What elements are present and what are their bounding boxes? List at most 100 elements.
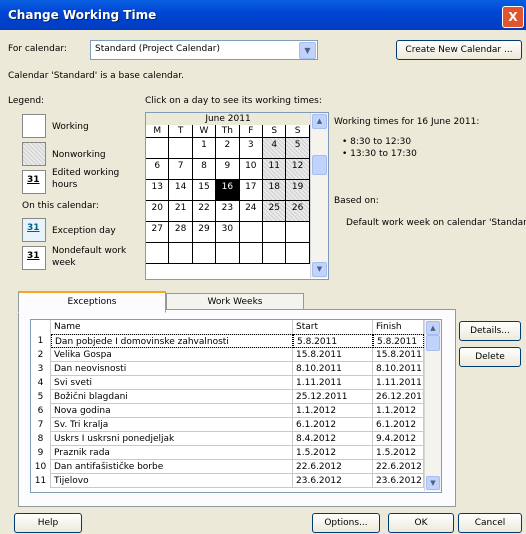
calendar-day[interactable] xyxy=(146,138,170,159)
delete-button[interactable]: Delete xyxy=(459,347,521,367)
table-row[interactable]: 10 Dan antifašističke borbe 22.6.2012 22.6.… xyxy=(31,460,424,474)
row-start[interactable]: 1.5.2012 xyxy=(293,446,373,460)
row-start[interactable]: 22.6.2012 xyxy=(293,460,373,474)
table-row[interactable]: 3 Dan neovisnosti 8.10.2011 8.10.2011 xyxy=(31,362,424,376)
calendar-day[interactable]: 8 xyxy=(192,159,217,180)
calendar-day[interactable] xyxy=(263,243,287,264)
calendar-day[interactable]: 10 xyxy=(239,159,263,180)
calendar-day[interactable]: 1 xyxy=(192,138,217,159)
header-start[interactable]: Start xyxy=(293,320,373,334)
row-start[interactable]: 1.11.2011 xyxy=(293,376,373,390)
table-row[interactable]: 8 Uskrs I uskrsni ponedjeljak 8.4.2012 9.4.… xyxy=(31,432,424,446)
row-name[interactable]: Velika Gospa xyxy=(51,348,293,362)
calendar-day[interactable]: 20 xyxy=(146,201,170,222)
row-finish[interactable]: 26.12.2011 xyxy=(373,390,424,404)
table-row[interactable]: 2 Velika Gospa 15.8.2011 15.8.2011 xyxy=(31,348,424,362)
calendar-day[interactable] xyxy=(263,222,287,243)
calendar-day[interactable]: 22 xyxy=(192,201,217,222)
row-finish[interactable]: 8.10.2011 xyxy=(373,362,424,376)
create-new-calendar-button[interactable]: Create New Calendar ... xyxy=(396,40,522,60)
options-button[interactable]: Options... xyxy=(312,513,380,533)
calendar-day[interactable] xyxy=(239,222,263,243)
calendar-day[interactable]: 4 xyxy=(263,138,287,159)
row-start[interactable]: 15.8.2011 xyxy=(293,348,373,362)
calendar-day[interactable]: 19 xyxy=(286,180,310,201)
calendar-day[interactable]: 28 xyxy=(169,222,193,243)
row-name[interactable]: Uskrs I uskrsni ponedjeljak xyxy=(51,432,293,446)
header-name[interactable]: Name xyxy=(51,320,293,334)
calendar-day[interactable]: 18 xyxy=(263,180,287,201)
table-row[interactable]: 1 Dan pobjede I domovinske zahvalnosti 5.8… xyxy=(31,334,424,348)
row-name[interactable]: Božični blagdani xyxy=(51,390,293,404)
help-button[interactable]: Help xyxy=(14,513,82,533)
calendar-day[interactable]: 16 xyxy=(216,180,240,201)
row-name[interactable]: Dan pobjede I domovinske zahvalnosti xyxy=(51,334,293,348)
calendar-day[interactable]: 26 xyxy=(286,201,310,222)
row-finish[interactable]: 6.1.2012 xyxy=(373,418,424,432)
table-scrollbar[interactable]: ▲ ▼ xyxy=(424,320,441,491)
table-row[interactable]: 9 Praznik rada 1.5.2012 1.5.2012 xyxy=(31,446,424,460)
calendar-day[interactable]: 3 xyxy=(239,138,263,159)
calendar-day[interactable] xyxy=(192,243,217,264)
calendar-day[interactable]: 7 xyxy=(169,159,193,180)
calendar-day[interactable]: 12 xyxy=(286,159,310,180)
calendar-select[interactable]: Standard (Project Calendar) ▼ xyxy=(90,40,318,60)
scroll-down-icon[interactable]: ▼ xyxy=(312,262,327,277)
calendar-day[interactable]: 29 xyxy=(192,222,217,243)
calendar-day[interactable]: 14 xyxy=(169,180,193,201)
row-name[interactable]: Nova godina xyxy=(51,404,293,418)
row-finish[interactable]: 9.4.2012 xyxy=(373,432,424,446)
scroll-thumb[interactable] xyxy=(312,155,327,175)
row-start[interactable]: 1.1.2012 xyxy=(293,404,373,418)
details-button[interactable]: Details... xyxy=(459,321,521,341)
calendar-day[interactable] xyxy=(169,138,193,159)
exceptions-table[interactable]: Name Start Finish 1 Dan pobjede I domovin… xyxy=(30,319,442,493)
calendar-day[interactable]: 17 xyxy=(239,180,263,201)
table-row[interactable]: 4 Svi sveti 1.11.2011 1.11.2011 xyxy=(31,376,424,390)
row-finish[interactable]: 1.5.2012 xyxy=(373,446,424,460)
tab-exceptions[interactable]: Exceptions xyxy=(18,291,166,313)
close-button[interactable]: X xyxy=(502,6,524,28)
calendar-day[interactable] xyxy=(239,243,263,264)
calendar-day[interactable]: 21 xyxy=(169,201,193,222)
month-calendar[interactable]: June 2011 M T W Th F S S 1 2 3 4 5 6 7 8 9 10 11 12 13 14 15 1… xyxy=(145,112,329,280)
calendar-day[interactable]: 11 xyxy=(263,159,287,180)
calendar-day[interactable]: 9 xyxy=(216,159,240,180)
calendar-day[interactable]: 15 xyxy=(192,180,217,201)
row-finish[interactable]: 5.8.2011 xyxy=(373,334,424,348)
calendar-day[interactable] xyxy=(216,243,240,264)
scroll-up-icon[interactable]: ▲ xyxy=(426,321,440,335)
row-start[interactable]: 8.10.2011 xyxy=(293,362,373,376)
table-row[interactable]: 7 Sv. Tri kralja 6.1.2012 6.1.2012 xyxy=(31,418,424,432)
row-name[interactable]: Sv. Tri kralja xyxy=(51,418,293,432)
calendar-day[interactable]: 5 xyxy=(286,138,310,159)
table-row[interactable]: 5 Božični blagdani 25.12.2011 26.12.2011 xyxy=(31,390,424,404)
row-name[interactable]: Tijelovo xyxy=(51,474,293,488)
row-name[interactable]: Svi sveti xyxy=(51,376,293,390)
row-finish[interactable]: 23.6.2012 xyxy=(373,474,424,488)
ok-button[interactable]: OK xyxy=(388,513,454,533)
calendar-day[interactable]: 2 xyxy=(216,138,240,159)
row-finish[interactable]: 22.6.2012 xyxy=(373,460,424,474)
calendar-day[interactable]: 24 xyxy=(239,201,263,222)
scroll-down-icon[interactable]: ▼ xyxy=(426,476,440,490)
row-start[interactable]: 25.12.2011 xyxy=(293,390,373,404)
calendar-day[interactable] xyxy=(286,243,310,264)
calendar-day[interactable]: 23 xyxy=(216,201,240,222)
scroll-thumb[interactable] xyxy=(426,335,440,351)
calendar-scrollbar[interactable]: ▲ ▼ xyxy=(310,113,328,278)
cancel-button[interactable]: Cancel xyxy=(458,513,522,533)
row-name[interactable]: Praznik rada xyxy=(51,446,293,460)
row-start[interactable]: 5.8.2011 xyxy=(293,334,373,348)
row-finish[interactable]: 15.8.2011 xyxy=(373,348,424,362)
calendar-day[interactable] xyxy=(146,243,170,264)
row-name[interactable]: Dan antifašističke borbe xyxy=(51,460,293,474)
chevron-down-icon[interactable]: ▼ xyxy=(299,42,316,59)
calendar-day[interactable] xyxy=(169,243,193,264)
calendar-grid[interactable]: M T W Th F S S 1 2 3 4 5 6 7 8 9 10 11 12 13 14 15 16 17 18 19 20 2… xyxy=(146,125,310,277)
calendar-day[interactable] xyxy=(286,222,310,243)
tab-work-weeks[interactable]: Work Weeks xyxy=(166,293,304,309)
row-finish[interactable]: 1.1.2012 xyxy=(373,404,424,418)
row-start[interactable]: 6.1.2012 xyxy=(293,418,373,432)
table-row[interactable]: 6 Nova godina 1.1.2012 1.1.2012 xyxy=(31,404,424,418)
